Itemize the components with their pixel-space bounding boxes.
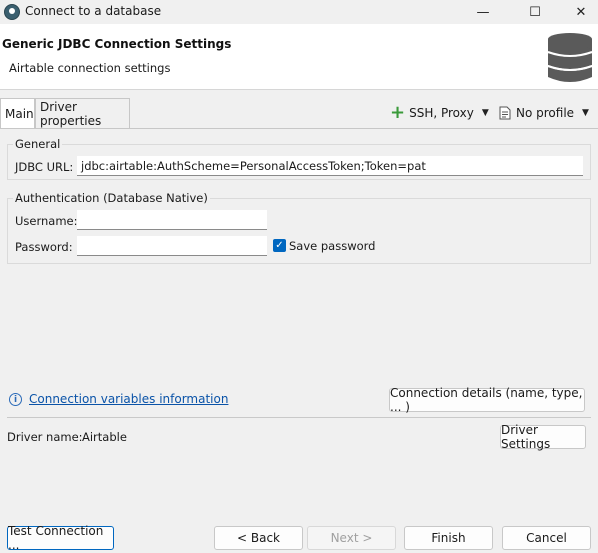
plus-icon: + [390, 102, 406, 123]
username-label: Username: [15, 214, 78, 228]
window-title: Connect to a database [25, 4, 162, 18]
header-subtitle: Airtable connection settings [9, 61, 171, 75]
username-input[interactable] [77, 210, 267, 230]
header-title: Generic JDBC Connection Settings [2, 37, 232, 51]
password-label: Password: [15, 240, 73, 254]
test-connection-button[interactable]: Test Connection ... [7, 524, 114, 552]
save-password-checkbox[interactable]: ✓ [273, 239, 286, 252]
tab-main[interactable]: Main [0, 98, 35, 129]
chevron-down-icon[interactable]: ▼ [582, 108, 589, 118]
driver-name-value: Airtable [82, 430, 127, 444]
tab-divider [0, 128, 598, 129]
close-button[interactable]: ✕ [558, 0, 598, 24]
back-button[interactable]: < Back [214, 526, 303, 550]
tab-driver-properties-label: Driver properties [40, 99, 102, 128]
dialog-header: Generic JDBC Connection Settings Airtabl… [0, 24, 598, 90]
jdbc-url-input[interactable]: jdbc:airtable:AuthScheme=PersonalAccessT… [77, 156, 583, 176]
next-button[interactable]: Next > [307, 526, 396, 550]
chevron-down-icon[interactable]: ▼ [482, 108, 489, 118]
separator [7, 417, 591, 418]
app-icon [4, 4, 20, 20]
driver-name-label: Driver name: [7, 430, 83, 444]
save-password-label: Save password [289, 239, 376, 253]
connection-variables-link[interactable]: Connection variables information [29, 392, 228, 406]
authentication-group-label: Authentication (Database Native) [13, 191, 210, 205]
info-icon: i [9, 393, 22, 406]
driver-settings-button[interactable]: Driver Settings [500, 423, 586, 451]
ssh-proxy-button[interactable]: + SSH, Proxy ▼ [390, 104, 489, 122]
title-bar: Connect to a database — ☐ ✕ [0, 0, 598, 24]
profile-dropdown[interactable]: No profile ▼ [499, 104, 589, 122]
minimize-button[interactable]: — [460, 0, 506, 24]
database-icon [547, 33, 593, 82]
maximize-button[interactable]: ☐ [512, 0, 558, 24]
cancel-button[interactable]: Cancel [502, 526, 591, 550]
connection-details-button[interactable]: Connection details (name, type, ... ) [389, 386, 585, 414]
check-icon: ✓ [275, 240, 284, 251]
general-group-label: General [13, 137, 63, 151]
jdbc-url-label: JDBC URL: [15, 160, 74, 174]
password-input[interactable] [77, 236, 267, 256]
tab-driver-properties[interactable]: Driver properties [35, 98, 130, 128]
ssh-proxy-label: SSH, Proxy [409, 106, 474, 120]
document-icon [499, 106, 511, 120]
tab-main-label: Main [5, 107, 34, 121]
finish-button[interactable]: Finish [404, 526, 493, 550]
profile-label: No profile [516, 106, 575, 120]
